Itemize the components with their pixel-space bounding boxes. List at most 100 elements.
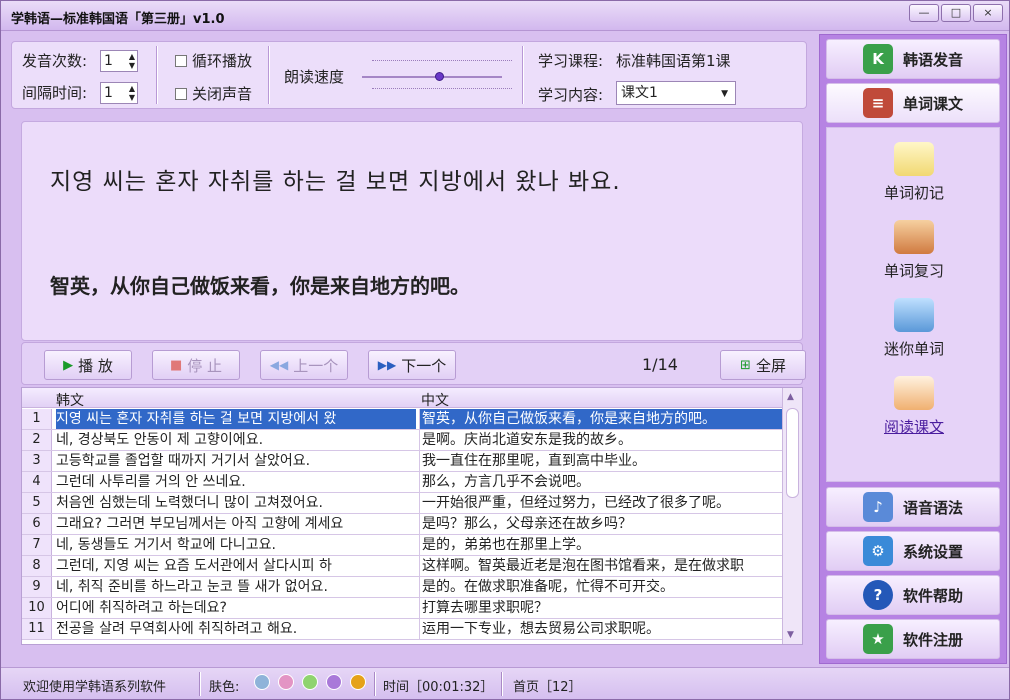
skin-color-green[interactable]	[302, 674, 318, 690]
status-bar: 欢迎使用学韩语系列软件 肤色: 时间［00:01:32］ 首页［12］	[1, 667, 1009, 699]
table-row[interactable]: 5 처음엔 심했는데 노력했더니 많이 고쳐졌어요. 一开始很严重，但经过努力，已经…	[22, 493, 782, 514]
row-number: 1	[22, 409, 52, 429]
table-row[interactable]: 8 그런데, 지영 씨는 요즘 도서관에서 살다시피 하 这样啊。智英最近老是泡在图…	[22, 556, 782, 577]
row-chinese: 这样啊。智英最近老是泡在图书馆看来，是在做求职	[419, 556, 782, 576]
interval-label: 间隔时间:	[22, 84, 88, 102]
course-label: 学习课程:	[538, 52, 604, 70]
row-korean: 그런데 사투리를 거의 안 쓰네요.	[56, 474, 246, 490]
course-value: 标准韩国语第1课	[616, 52, 731, 70]
sidebar-item-help[interactable]: ? 软件帮助	[826, 575, 1000, 615]
row-number: 9	[22, 577, 52, 597]
fullscreen-button[interactable]: ⊞ 全屏	[720, 350, 806, 380]
sidebar-item-grammar[interactable]: ♪ 语音语法	[826, 487, 1000, 527]
speed-slider-thumb[interactable]	[435, 72, 445, 81]
row-korean: 네, 동생들도 거기서 학교에 다니고요.	[56, 537, 276, 553]
subitem-first-learn[interactable]: 单词初记	[827, 142, 1001, 203]
next-icon: ▶▶	[377, 358, 397, 372]
divider	[156, 46, 158, 104]
stop-button[interactable]: ■ 停 止	[152, 350, 240, 380]
table-row[interactable]: 10 어디에 취직하려고 하는데요? 打算去哪里求职呢？	[22, 598, 782, 619]
table-row[interactable]: 11 전공을 살려 무역회사에 취직하려고 해요. 运用一下专业，想去贸易公司求职呢…	[22, 619, 782, 640]
row-chinese: 那么，方言几乎不会说吧。	[419, 472, 782, 492]
table-header: 韩文 中文	[22, 388, 782, 409]
minimize-button[interactable]: —	[909, 4, 939, 22]
row-korean: 그런데, 지영 씨는 요즘 도서관에서 살다시피 하	[56, 558, 332, 574]
speed-label: 朗读速度	[284, 68, 345, 86]
books-pencil-icon	[894, 220, 934, 254]
books-icon: ≡	[863, 88, 893, 118]
mute-checkbox[interactable]	[175, 88, 187, 100]
row-chinese: 是啊。庆尚北道安东是我的故乡。	[419, 430, 782, 450]
speed-slider-track[interactable]	[362, 76, 502, 78]
column-korean: 韩文	[56, 393, 84, 409]
sidebar-item-vocab-text[interactable]: ≡ 单词课文	[826, 83, 1000, 123]
sentence-display: 지영 씨는 혼자 자취를 하는 걸 보면 지방에서 왔나 봐요. 智英，从你自己…	[21, 121, 803, 341]
table-row[interactable]: 7 네, 동생들도 거기서 학교에 다니고요. 是的，弟弟也在那里上学。	[22, 535, 782, 556]
play-button[interactable]: ▶ 播 放	[44, 350, 132, 380]
divider	[199, 672, 201, 696]
page-display: 首页［12］	[513, 680, 582, 695]
row-chinese: 是的，弟弟也在那里上学。	[419, 535, 782, 555]
fullscreen-icon: ⊞	[740, 357, 751, 373]
repeat-stepper[interactable]: 1 ▲ ▼	[100, 50, 138, 72]
repeat-label: 发音次数:	[22, 52, 88, 70]
sidebar: K 韩语发音 ≡ 单词课文 单词初记 单词复习 迷你单词 阅读课文 ♪ 语音语法…	[819, 34, 1007, 664]
row-number: 5	[22, 493, 52, 513]
content-label: 学习内容:	[538, 86, 604, 104]
content-select[interactable]: 课文1 ▼	[616, 81, 736, 105]
divider	[374, 672, 376, 696]
previous-icon: ◀◀	[269, 358, 289, 372]
table-row[interactable]: 9 네, 취직 준비를 하느라고 눈코 뜰 새가 없어요. 是的。在做求职准备呢，忙…	[22, 577, 782, 598]
table-row[interactable]: 1 지영 씨는 혼자 자취를 하는 걸 보면 지방에서 왔 智英，从你自己做饭来看，…	[22, 409, 782, 430]
gear-icon: ⚙	[863, 536, 893, 566]
playback-controls: ▶ 播 放 ■ 停 止 ◀◀ 上一个 ▶▶ 下一个 1/14 ⊞ 全屏	[21, 342, 806, 385]
close-button[interactable]: ×	[973, 4, 1003, 22]
loop-label: 循环播放	[192, 52, 253, 70]
table-row[interactable]: 2 네, 경상북도 안동이 제 고향이에요. 是啊。庆尚北道安东是我的故乡。	[22, 430, 782, 451]
row-korean: 그래요? 그러면 부모님께서는 아직 고향에 계세요	[56, 516, 344, 532]
sidebar-item-pronunciation[interactable]: K 韩语发音	[826, 39, 1000, 79]
skin-color-orange[interactable]	[350, 674, 366, 690]
stepper-arrows-icon[interactable]: ▲ ▼	[129, 52, 135, 70]
sentence-table: 韩文 中文 1 지영 씨는 혼자 자취를 하는 걸 보면 지방에서 왔 智英，从你自…	[21, 387, 803, 645]
slider-ticks	[372, 88, 512, 89]
slider-ticks	[372, 60, 512, 61]
stepper-arrows-icon[interactable]: ▲ ▼	[129, 84, 135, 102]
row-chinese: 打算去哪里求职呢？	[419, 598, 782, 618]
reading-book-icon	[894, 376, 934, 410]
scroll-up-icon[interactable]: ▲	[787, 392, 794, 402]
stop-icon: ■	[169, 357, 183, 373]
divider	[522, 46, 524, 104]
mute-label: 关闭声音	[192, 85, 253, 103]
table-row[interactable]: 3 고등학교를 졸업할 때까지 거기서 살았어요. 我一直住在那里呢，直到高中毕业。	[22, 451, 782, 472]
window-title: 学韩语—标准韩国语「第三册」v1.0	[11, 12, 225, 27]
open-book-icon	[894, 142, 934, 176]
scroll-thumb[interactable]	[786, 408, 799, 498]
sidebar-item-settings[interactable]: ⚙ 系统设置	[826, 531, 1000, 571]
skin-color-blue[interactable]	[254, 674, 270, 690]
skin-color-pink[interactable]	[278, 674, 294, 690]
next-button[interactable]: ▶▶ 下一个	[368, 350, 456, 380]
subitem-read-text[interactable]: 阅读课文	[827, 376, 1001, 437]
table-row[interactable]: 4 그런데 사투리를 거의 안 쓰네요. 那么，方言几乎不会说吧。	[22, 472, 782, 493]
table-scrollbar[interactable]: ▲ ▼	[782, 388, 802, 644]
loop-checkbox[interactable]	[175, 55, 187, 67]
title-bar: 学韩语—标准韩国语「第三册」v1.0 — □ ×	[1, 1, 1009, 31]
subitem-review[interactable]: 单词复习	[827, 220, 1001, 281]
row-chinese: 我一直住在那里呢，直到高中毕业。	[419, 451, 782, 471]
column-chinese: 中文	[421, 393, 449, 409]
maximize-button[interactable]: □	[941, 4, 971, 22]
chevron-down-icon: ▼	[721, 89, 728, 99]
table-row[interactable]: 6 그래요? 그러면 부모님께서는 아직 고향에 계세요 是吗？那么，父母亲还在故乡…	[22, 514, 782, 535]
play-icon: ▶	[63, 357, 74, 373]
row-chinese: 是吗？那么，父母亲还在故乡吗？	[419, 514, 782, 534]
skin-color-purple[interactable]	[326, 674, 342, 690]
row-chinese: 运用一下专业，想去贸易公司求职呢。	[419, 619, 782, 639]
scroll-down-icon[interactable]: ▼	[787, 630, 794, 640]
interval-stepper[interactable]: 1 ▲ ▼	[100, 82, 138, 104]
sidebar-item-register[interactable]: ★ 软件注册	[826, 619, 1000, 659]
grammar-icon: ♪	[863, 492, 893, 522]
subitem-mini-words[interactable]: 迷你单词	[827, 298, 1001, 359]
prev-button[interactable]: ◀◀ 上一个	[260, 350, 348, 380]
app-window: 学韩语—标准韩国语「第三册」v1.0 — □ × 发音次数: 1 ▲ ▼ 间隔时间…	[0, 0, 1010, 700]
